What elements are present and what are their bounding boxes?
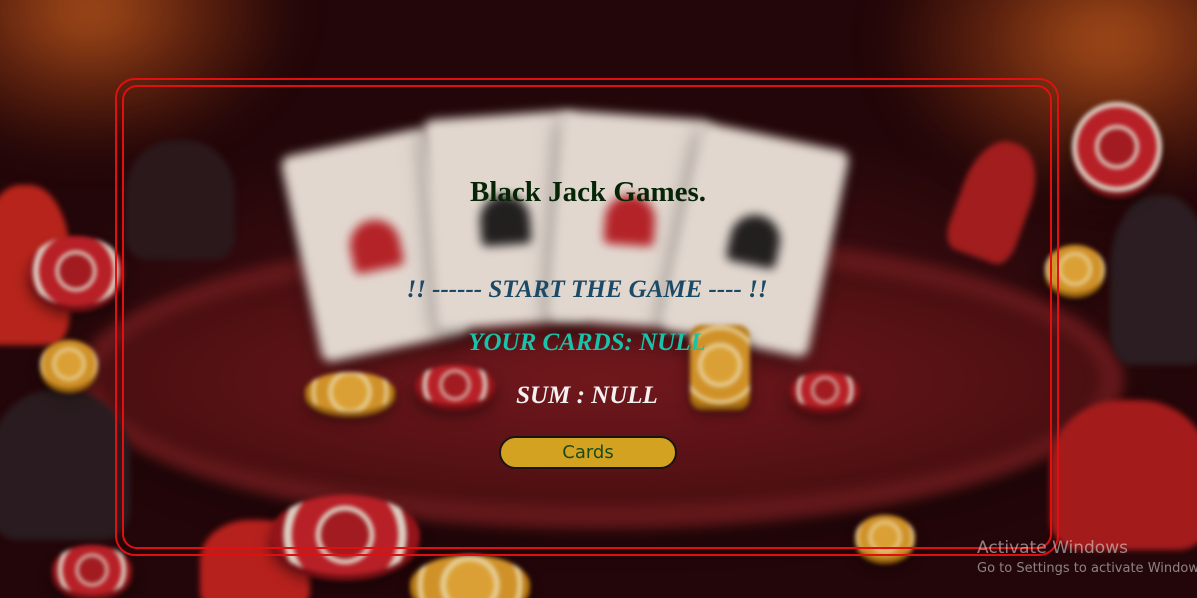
game-panel: Black Jack Games. !! ------ START THE GA…: [115, 78, 1059, 556]
activate-windows-watermark: Activate Windows Go to Settings to activ…: [977, 537, 1197, 579]
your-cards-text: YOUR CARDS: NULL: [468, 329, 706, 356]
watermark-subtitle: Go to Settings to activate Windows.: [977, 561, 1197, 576]
start-game-message: !! ------ START THE GAME ---- !!: [406, 276, 768, 303]
game-panel-inner-frame: [122, 85, 1052, 549]
watermark-title: Activate Windows: [977, 538, 1128, 558]
cards-button[interactable]: Cards: [499, 436, 677, 469]
game-title: Black Jack Games.: [469, 176, 707, 208]
sum-text: SUM : NULL: [516, 382, 658, 409]
